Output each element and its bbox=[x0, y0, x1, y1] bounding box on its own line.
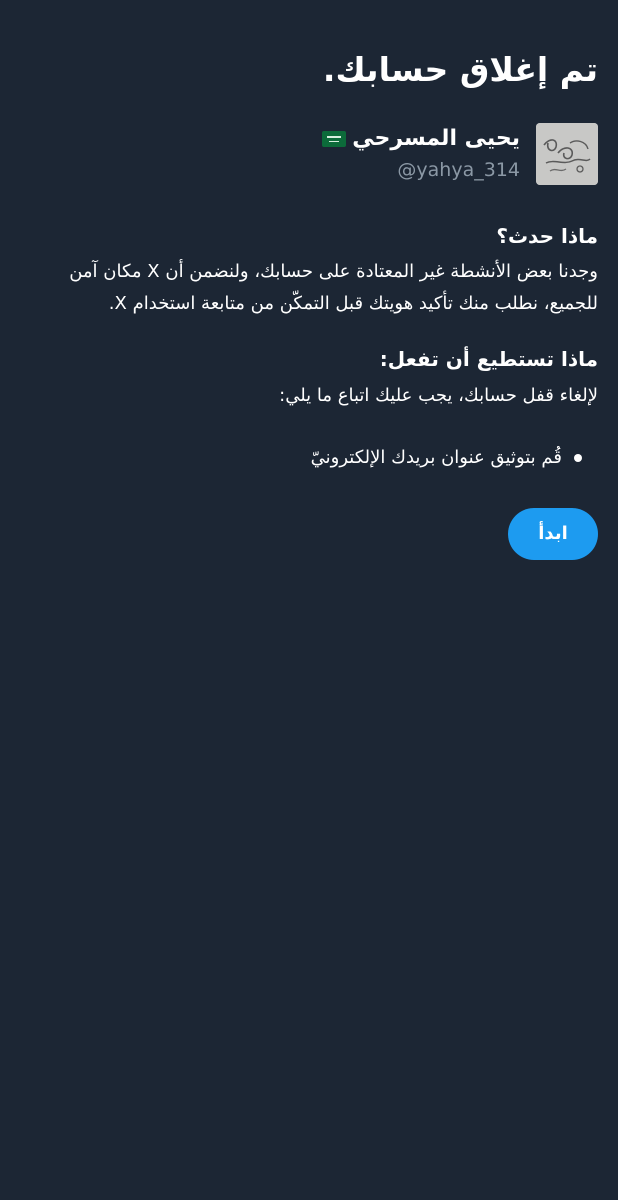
what-happened-text: وجدنا بعض الأنشطة غير المعتادة على حسابك… bbox=[69, 261, 598, 314]
avatar-image-icon bbox=[536, 123, 598, 185]
account-info: يحيى المسرحي @yahya_314 bbox=[322, 125, 520, 183]
start-button[interactable]: ابدأ bbox=[508, 508, 598, 560]
account-locked-screen: تم إغلاق حسابك. يحيى المسرحي @yahya_314 … bbox=[0, 0, 618, 1200]
display-name-row: يحيى المسرحي bbox=[322, 125, 520, 153]
what-to-do-heading: ماذا تستطيع أن تفعل: bbox=[379, 347, 598, 371]
what-happened-heading: ماذا حدث؟ bbox=[496, 224, 598, 248]
avatar bbox=[536, 123, 598, 185]
steps-list: قُم بتوثيق عنوان بريدك الإلكترونيّ bbox=[38, 442, 598, 474]
bullet-dot-icon bbox=[574, 454, 582, 462]
page-title: تم إغلاق حسابك. bbox=[322, 50, 598, 89]
what-to-do-intro: لإلغاء قفل حسابك، يجب عليك اتباع ما يلي: bbox=[279, 385, 598, 406]
account-card: يحيى المسرحي @yahya_314 bbox=[322, 122, 598, 186]
list-item: قُم بتوثيق عنوان بريدك الإلكترونيّ bbox=[38, 442, 598, 474]
saudi-flag-icon bbox=[322, 131, 347, 147]
account-handle: @yahya_314 bbox=[397, 159, 520, 181]
step-text: قُم بتوثيق عنوان بريدك الإلكترونيّ bbox=[310, 447, 562, 468]
display-name: يحيى المسرحي bbox=[352, 126, 520, 151]
